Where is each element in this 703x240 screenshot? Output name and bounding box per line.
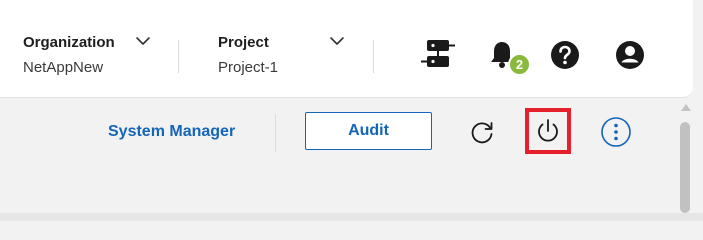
refresh-icon[interactable] (468, 118, 496, 146)
project-value: Project-1 (218, 59, 279, 76)
notification-count-badge: 2 (508, 53, 531, 76)
vertical-scrollbar[interactable] (679, 98, 693, 213)
system-manager-link[interactable]: System Manager (108, 123, 235, 141)
power-icon[interactable] (534, 117, 562, 145)
user-icon[interactable] (615, 40, 645, 70)
toolbar-divider (275, 114, 276, 152)
help-icon[interactable] (550, 40, 580, 70)
scrollbar-thumb[interactable] (680, 122, 690, 213)
organization-value: NetAppNew (23, 59, 104, 76)
organization-label: Organization (23, 34, 115, 51)
chevron-down-icon[interactable] (329, 36, 345, 46)
project-label: Project (218, 34, 269, 51)
header-divider (373, 40, 374, 73)
horizontal-scrollbar-track (0, 213, 703, 221)
more-vertical-icon[interactable] (600, 116, 632, 148)
scroll-up-arrow-icon[interactable] (681, 104, 691, 111)
server-connector-icon[interactable] (420, 38, 456, 70)
header-divider (178, 40, 179, 73)
audit-button[interactable]: Audit (305, 112, 432, 150)
toolbar: System Manager Audit (0, 98, 678, 170)
chevron-down-icon[interactable] (135, 36, 151, 46)
top-header: Organization NetAppNew Project Project-1… (0, 0, 693, 98)
